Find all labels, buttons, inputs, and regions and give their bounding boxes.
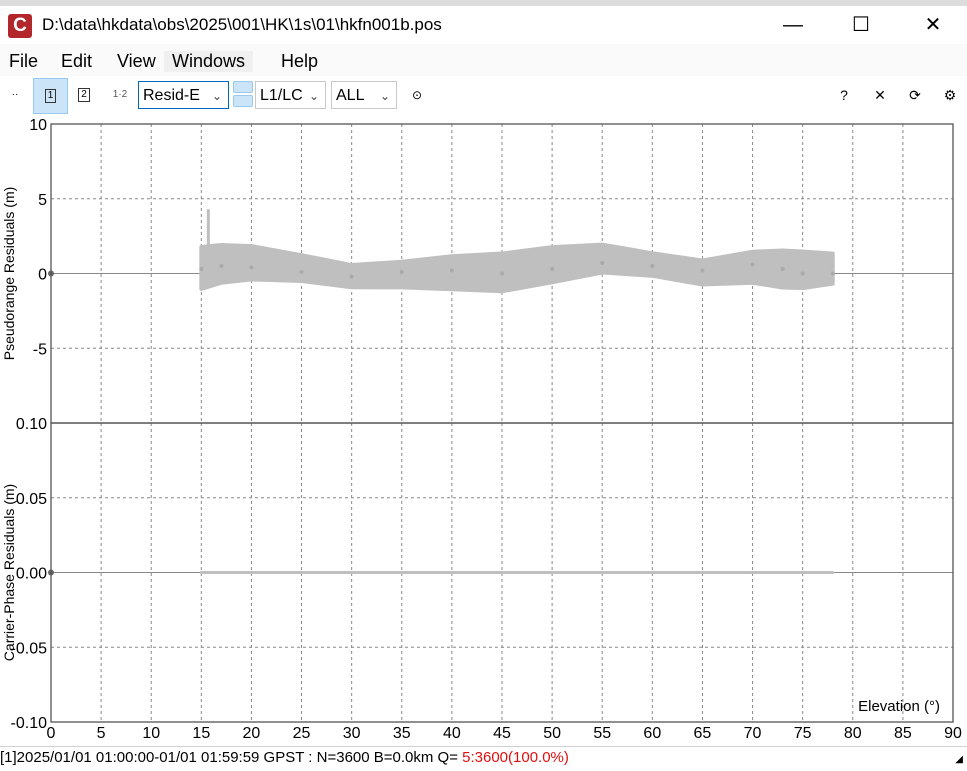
menu-windows[interactable]: Windows bbox=[164, 51, 254, 72]
x-tick-label: 75 bbox=[794, 725, 812, 742]
x-tick-label: 40 bbox=[443, 725, 461, 742]
minimize-button[interactable]: — bbox=[770, 10, 816, 40]
x-tick-label: 10 bbox=[142, 725, 160, 742]
window-title: D:\data\hkdata\obs\2025\001\HK\1s\01\hkf… bbox=[42, 15, 442, 34]
slider-up-button[interactable] bbox=[233, 81, 253, 93]
slider-down-button[interactable] bbox=[233, 95, 253, 107]
resize-grip-icon: ◢ bbox=[955, 754, 963, 765]
status-text: [1]2025/01/01 01:00:00-01/01 01:59:59 GP… bbox=[0, 749, 463, 766]
x-tick-label: 80 bbox=[844, 725, 862, 742]
reload-icon[interactable]: ⟳ bbox=[904, 84, 926, 106]
plot1-button[interactable]: 1 bbox=[33, 78, 68, 114]
x-axis-label: Elevation (°) bbox=[858, 698, 940, 715]
plot-area[interactable]: Pseudorange Residuals (m) 10 5 0 -5 0.10 Carri… bbox=[0, 116, 967, 746]
maximize-button[interactable]: ☐ bbox=[838, 10, 884, 40]
data-point bbox=[249, 571, 253, 574]
x-tick-label: 65 bbox=[694, 725, 712, 742]
y-axis-label: Pseudorange Residuals (m) bbox=[1, 187, 17, 361]
x-tick-label: 25 bbox=[293, 725, 311, 742]
x-tick-label: 5 bbox=[97, 725, 106, 742]
y-tick-label: 5 bbox=[38, 192, 47, 209]
x-tick-label: 35 bbox=[393, 725, 411, 742]
menu-help[interactable]: Help bbox=[281, 51, 318, 72]
y-tick-label: -0.10 bbox=[11, 715, 48, 732]
y-axis-label: Carrier-Phase Residuals (m) bbox=[1, 484, 17, 661]
data-point bbox=[831, 571, 835, 574]
plot2-label: 2 bbox=[78, 88, 90, 102]
x-tick-label: 0 bbox=[47, 725, 56, 742]
dots-icon[interactable]: ·· bbox=[8, 84, 22, 106]
target-icon[interactable]: ⊙ bbox=[406, 84, 428, 106]
y-tick-label: 0.10 bbox=[16, 416, 47, 433]
y-tick-label: -0.05 bbox=[11, 640, 48, 657]
x-tick-label: 20 bbox=[243, 725, 261, 742]
data-point bbox=[650, 264, 655, 269]
pseudorange-residual-cloud bbox=[199, 242, 835, 294]
data-point bbox=[199, 571, 203, 574]
data-point bbox=[751, 571, 755, 574]
status-bar: [1]2025/01/01 01:00:00-01/01 01:59:59 GP… bbox=[0, 746, 967, 770]
chevron-down-icon: ⌄ bbox=[379, 89, 390, 103]
data-point bbox=[299, 270, 304, 275]
plot-type-value: Resid-E bbox=[143, 87, 200, 104]
data-point bbox=[199, 267, 204, 272]
data-point bbox=[830, 271, 835, 276]
data-point bbox=[650, 571, 654, 574]
app-icon: C bbox=[8, 14, 32, 38]
chevron-down-icon: ⌄ bbox=[211, 89, 222, 103]
x-tick-label: 70 bbox=[744, 725, 762, 742]
help-icon[interactable]: ? bbox=[833, 84, 855, 106]
data-point bbox=[449, 268, 454, 273]
y-tick-label: 0.00 bbox=[16, 566, 47, 583]
data-point bbox=[500, 271, 504, 276]
x-tick-label: 45 bbox=[493, 725, 511, 742]
data-point bbox=[450, 571, 454, 574]
toolbar: ·· 1 2 1·2 Resid-E ⌄ L1/LC ⌄ ALL ⌄ ⊙ ? ✕… bbox=[0, 76, 967, 116]
data-point bbox=[750, 262, 755, 267]
y-tick-label: 0.05 bbox=[16, 491, 47, 508]
data-point bbox=[349, 274, 354, 279]
menu-view[interactable]: View bbox=[117, 51, 156, 72]
status-quality: 5:3600(100.0%) bbox=[462, 749, 569, 766]
data-point bbox=[780, 267, 785, 272]
close-button[interactable]: ✕ bbox=[910, 10, 956, 40]
frequency-value: L1/LC bbox=[260, 87, 303, 104]
x-tick-label: 60 bbox=[643, 725, 661, 742]
data-point bbox=[399, 270, 404, 275]
plot2-button[interactable]: 2 bbox=[74, 84, 94, 106]
x-tick-label: 15 bbox=[192, 725, 210, 742]
menu-edit[interactable]: Edit bbox=[61, 51, 92, 72]
y-tick-label: -5 bbox=[33, 341, 47, 358]
residuals-chart: Pseudorange Residuals (m)1050-50.10Carri… bbox=[1, 117, 962, 742]
data-point bbox=[550, 267, 555, 272]
menu-bar: File Edit View Windows Help bbox=[0, 44, 967, 76]
x-tick-label: 90 bbox=[944, 725, 962, 742]
data-point bbox=[249, 265, 254, 270]
y-tick-label: 10 bbox=[29, 117, 47, 134]
data-point bbox=[219, 264, 224, 269]
x-tick-label: 30 bbox=[343, 725, 361, 742]
close-plot-icon[interactable]: ✕ bbox=[869, 84, 891, 106]
data-point bbox=[350, 571, 354, 574]
data-point bbox=[800, 271, 805, 276]
plot12-button[interactable]: 1·2 bbox=[110, 84, 130, 106]
chevron-down-icon: ⌄ bbox=[308, 89, 319, 103]
data-point bbox=[700, 268, 705, 273]
menu-file[interactable]: File bbox=[9, 51, 38, 72]
frequency-select[interactable]: L1/LC ⌄ bbox=[255, 81, 326, 109]
x-tick-label: 85 bbox=[894, 725, 912, 742]
gear-icon[interactable]: ⚙ bbox=[939, 84, 961, 106]
satellite-value: ALL bbox=[336, 87, 365, 104]
y-tick-label: 0 bbox=[38, 267, 47, 284]
x-tick-label: 55 bbox=[593, 725, 611, 742]
data-point bbox=[600, 261, 605, 266]
satellite-select[interactable]: ALL ⌄ bbox=[331, 81, 397, 109]
plot-type-select[interactable]: Resid-E ⌄ bbox=[138, 81, 229, 109]
x-tick-label: 50 bbox=[543, 725, 561, 742]
data-point bbox=[550, 571, 554, 574]
plot1-label: 1 bbox=[44, 89, 57, 103]
title-bar: C D:\data\hkdata\obs\2025\001\HK\1s\01\h… bbox=[0, 6, 967, 44]
